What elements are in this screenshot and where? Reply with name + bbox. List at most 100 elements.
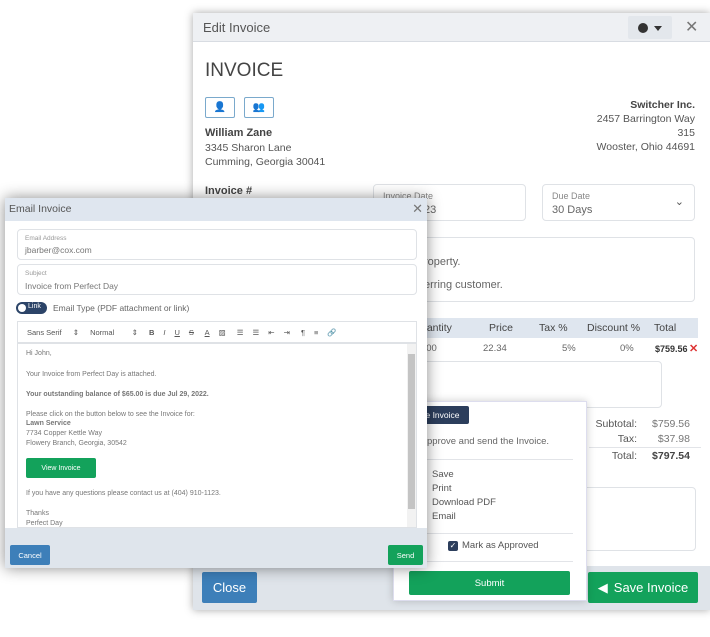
discount-input[interactable]: 0%	[620, 343, 634, 354]
approve-checkbox[interactable]: ✓	[448, 541, 458, 551]
toggle-label: Link	[28, 303, 41, 310]
bold-icon[interactable]: B	[149, 328, 154, 337]
due-date-select[interactable]: Due Date 30 Days ⌄	[542, 184, 695, 221]
divider	[408, 561, 573, 562]
approve-label: Mark as Approved	[462, 540, 539, 551]
customer-address-line1: 3345 Sharon Lane	[205, 142, 292, 154]
remove-row-icon[interactable]: ✕	[689, 342, 698, 355]
send-button[interactable]: Send	[388, 545, 423, 565]
caret-down-icon	[654, 26, 662, 35]
body-attached: Your Invoice from Perfect Day is attache…	[26, 371, 157, 378]
view-invoice-button[interactable]: View Invoice	[26, 458, 96, 478]
col-total: Total	[654, 322, 677, 334]
body-sign: Perfect Day	[26, 520, 63, 527]
users-icon: 👥	[252, 102, 266, 113]
col-price: Price	[489, 322, 513, 334]
body-thanks: Thanks	[26, 510, 49, 517]
subtotal-label: Subtotal:	[595, 418, 637, 430]
dialog-footer: Cancel Send	[5, 528, 427, 568]
option-save[interactable]: Save	[432, 469, 454, 480]
options-dropdown-button[interactable]	[628, 16, 672, 39]
caret-left-icon: ◀	[597, 579, 608, 595]
paragraph-direction-icon[interactable]: ¶	[301, 328, 305, 337]
save-invoice-button[interactable]: ◀ Save Invoice	[588, 572, 698, 603]
email-invoice-dialog: Email Invoice ✕ Email Address jbarber@co…	[5, 198, 427, 568]
font-value: Sans Serif	[27, 328, 62, 337]
dialog-header: Email Invoice ✕	[5, 198, 427, 221]
close-icon[interactable]: ✕	[412, 201, 423, 217]
divider	[408, 459, 573, 460]
window-title: Edit Invoice	[203, 20, 271, 35]
submit-button[interactable]: Submit	[409, 571, 570, 595]
due-date-label: Due Date	[552, 191, 591, 201]
subject-field[interactable]: Subject Invoice from Perfect Day	[17, 264, 417, 295]
size-select[interactable]: Normal ⇕	[90, 328, 138, 337]
tax-input[interactable]: 5%	[562, 343, 576, 354]
body-service: Lawn Service	[26, 420, 71, 427]
body-addr2: Flowery Branch, Georgia, 30542	[26, 440, 127, 447]
indent-icon[interactable]: ⇤	[268, 328, 274, 337]
tax-value: $37.98	[657, 433, 690, 445]
edit-customer-button[interactable]: 👤	[205, 97, 235, 118]
editor-toolbar: Sans Serif ⇕ Normal ⇕ BIU S A ▨ ☰ ☰ ⇤ ⇥ ¶ ≡ 🔗	[17, 321, 417, 343]
invoice-number-label: Invoice #	[205, 185, 253, 197]
subject-value: Invoice from Perfect Day	[25, 281, 119, 291]
company-line2: 315	[677, 127, 695, 139]
subject-label: Subject	[25, 270, 47, 277]
text-color-icon[interactable]: A	[205, 328, 210, 337]
price-input[interactable]: 22.34	[483, 343, 507, 354]
email-address-field[interactable]: Email Address jbarber@cox.com	[17, 229, 417, 260]
italic-icon[interactable]: I	[163, 328, 165, 337]
customer-name: William Zane	[205, 127, 273, 139]
cancel-button[interactable]: Cancel	[10, 545, 50, 565]
due-date-value: 30 Days	[552, 204, 593, 216]
body-click: Please click on the button below to see …	[26, 411, 195, 418]
body-contact: If you have any questions please contact…	[26, 490, 221, 497]
total-label: Total:	[611, 450, 637, 462]
email-body-editor[interactable]: Hi John, Your Invoice from Perfect Day i…	[17, 343, 417, 528]
option-email[interactable]: Email	[432, 511, 456, 522]
save-invoice-label: Save Invoice	[613, 580, 689, 595]
total-value: $797.54	[652, 450, 690, 462]
option-download-pdf[interactable]: Download PDF	[432, 497, 496, 508]
email-address-label: Email Address	[25, 235, 67, 242]
window-header: Edit Invoice ✕	[193, 13, 710, 42]
scrollbar[interactable]	[407, 344, 416, 527]
font-select[interactable]: Sans Serif ⇕	[27, 328, 79, 337]
company-address: Switcher Inc. 2457 Barrington Way 315 Wo…	[597, 98, 695, 154]
col-discount: Discount %	[587, 322, 641, 334]
ordered-list-icon[interactable]: ☰	[237, 328, 244, 337]
toggle-knob	[18, 304, 26, 312]
email-type-toggle[interactable]: Link	[16, 302, 47, 314]
email-address-value: jbarber@cox.com	[25, 245, 92, 255]
bullet-list-icon[interactable]: ☰	[253, 328, 260, 337]
size-value: Normal	[90, 328, 115, 337]
select-customer-button[interactable]: 👥	[244, 97, 274, 118]
underline-icon[interactable]: U	[174, 328, 179, 337]
highlight-icon[interactable]: ▨	[219, 328, 226, 337]
col-tax: Tax %	[539, 322, 568, 334]
subtotal-value: $759.56	[652, 418, 690, 430]
company-line3: Wooster, Ohio 44691	[596, 141, 695, 153]
company-name: Switcher Inc.	[630, 99, 695, 111]
option-print[interactable]: Print	[432, 483, 452, 494]
close-button[interactable]: Close	[202, 572, 257, 603]
email-type-label: Email Type (PDF attachment or link)	[53, 303, 190, 313]
align-icon[interactable]: ≡	[314, 328, 318, 337]
dialog-title: Email Invoice	[9, 203, 72, 215]
more-icon	[638, 23, 648, 33]
tax-label: Tax:	[617, 433, 637, 445]
notes-line: roperty.	[424, 256, 461, 268]
user-edit-icon: 👤	[213, 102, 227, 113]
customer-address-line2: Cumming, Georgia 30041	[205, 156, 326, 168]
close-icon[interactable]: ✕	[685, 17, 698, 37]
outdent-icon[interactable]: ⇥	[284, 328, 290, 337]
row-total: $759.56	[655, 344, 688, 354]
divider	[589, 447, 701, 448]
company-line1: 2457 Barrington Way	[596, 113, 695, 125]
strike-icon[interactable]: S	[189, 328, 194, 337]
scrollbar-thumb[interactable]	[408, 354, 415, 509]
link-icon[interactable]: 🔗	[327, 328, 336, 337]
popup-description: pprove and send the Invoice.	[427, 436, 550, 447]
body-balance: Your outstanding balance of $65.00 is du…	[26, 391, 209, 398]
